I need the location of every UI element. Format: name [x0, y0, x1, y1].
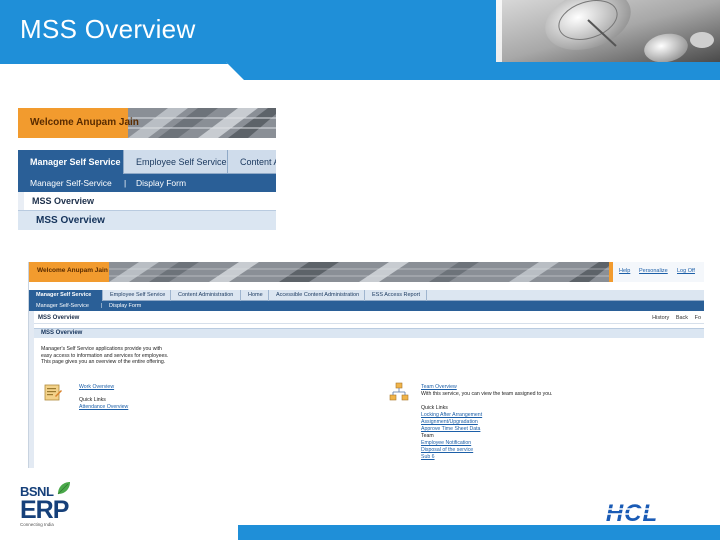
history-links: History Back Fo [647, 315, 701, 321]
team-label: Team [421, 433, 434, 439]
erp-logo-text: ERP [20, 496, 69, 524]
history-link[interactable]: History [652, 315, 669, 321]
intro-text: Manager's Self Service applications prov… [41, 346, 168, 366]
welcome-text: Welcome Anupam Jain [30, 117, 139, 128]
top-level-navigation: Manager Self Service Employee Self Servi… [18, 150, 276, 174]
welcome-bar: Welcome Anupam Jain [18, 108, 276, 138]
intro-line: Manager's Self Service applications prov… [41, 346, 162, 352]
slide-title: MSS Overview [20, 14, 196, 44]
tab-accessible-content-administration[interactable]: Accessible Content Administration [269, 290, 365, 301]
satellite-dish-photo [496, 0, 720, 62]
section-title-bar: MSS Overview [18, 210, 276, 230]
team-overview-link[interactable]: Team Overview [421, 384, 457, 390]
subnav-display-form[interactable]: Display Form [136, 174, 186, 192]
section-title: MSS Overview [41, 330, 83, 336]
subnav-separator: | [101, 303, 103, 309]
tab-employee-self-service[interactable]: Employee Self Service [124, 150, 228, 174]
personalize-link[interactable]: Personalize [639, 268, 668, 274]
top-level-navigation: Manager Self Service Employee Self Servi… [29, 290, 704, 301]
page-breadcrumb: MSS Overview [32, 196, 95, 206]
tab-ess-access-report[interactable]: ESS Access Report [365, 290, 427, 301]
attendance-overview-link[interactable]: Attendance Overview [79, 404, 128, 410]
detailed-navigation: Manager Self-Service | Display Form [29, 301, 704, 311]
work-overview-icon [43, 382, 63, 402]
detailed-navigation: Manager Self-Service | Display Form [18, 174, 276, 192]
tab-employee-self-service[interactable]: Employee Self Service [103, 290, 171, 301]
breadcrumb-row: MSS Overview History Back Fo [34, 314, 704, 324]
hcl-logo-text: HCL [606, 500, 658, 526]
intro-line: This page gives you an overview of the e… [41, 359, 166, 365]
tab-home[interactable]: Home [241, 290, 269, 301]
tab-content-administration[interactable]: Content Administration [171, 290, 241, 301]
portal-screenshot: Welcome Anupam Jain Help Personalize Log… [28, 262, 704, 468]
slide-header: MSS Overview [0, 0, 720, 62]
building-banner-image [128, 108, 276, 138]
section-title-bar: MSS Overview [34, 328, 704, 338]
subnav-display-form[interactable]: Display Form [109, 301, 141, 311]
building-banner-image [109, 262, 609, 282]
quick-link[interactable]: Approve Time Sheet Data [421, 426, 480, 432]
subnav-manager-self-service[interactable]: Manager Self-Service [36, 301, 89, 311]
section-title: MSS Overview [36, 215, 105, 226]
footer-blue-bar [238, 525, 720, 540]
header-accent-stripe [0, 62, 720, 80]
quick-link[interactable]: Assignment/Upgradation [421, 419, 478, 425]
help-link[interactable]: Help [619, 268, 630, 274]
welcome-bar: Welcome Anupam Jain [29, 262, 704, 282]
subnav-manager-self-service[interactable]: Manager Self-Service [30, 174, 112, 192]
subnav-separator: | [124, 178, 127, 188]
top-links: Help Personalize Log Off [613, 262, 704, 282]
welcome-text: Welcome Anupam Jain [37, 267, 108, 274]
leaf-icon [57, 482, 70, 495]
team-overview-description: With this service, you can view the team… [421, 391, 553, 397]
tab-content-administration[interactable]: Content Ac [228, 150, 276, 174]
page-breadcrumb: MSS Overview [38, 315, 80, 321]
tab-manager-self-service[interactable]: Manager Self Service [18, 150, 124, 174]
work-quick-links-label: Quick Links [79, 397, 106, 403]
back-link[interactable]: Back [676, 315, 688, 321]
hcl-logo: HCL [578, 500, 684, 526]
team-overview-icon [389, 382, 409, 402]
forward-link[interactable]: Fo [695, 315, 701, 321]
tab-manager-self-service[interactable]: Manager Self Service [29, 290, 103, 301]
log-off-link[interactable]: Log Off [677, 268, 695, 274]
erp-tagline: Connecting India [20, 522, 54, 527]
portal-zoom-crop: Welcome Anupam Jain Manager Self Service… [18, 108, 276, 230]
work-overview-link[interactable]: Work Overview [79, 384, 114, 390]
team-link[interactable]: Sub 6 [421, 454, 435, 460]
team-quick-links-label: Quick Links [421, 405, 448, 411]
quick-link[interactable]: Locking After Arrangement [421, 412, 482, 418]
team-link[interactable]: Employee Notification [421, 440, 471, 446]
team-link[interactable]: Disposal of the service [421, 447, 473, 453]
